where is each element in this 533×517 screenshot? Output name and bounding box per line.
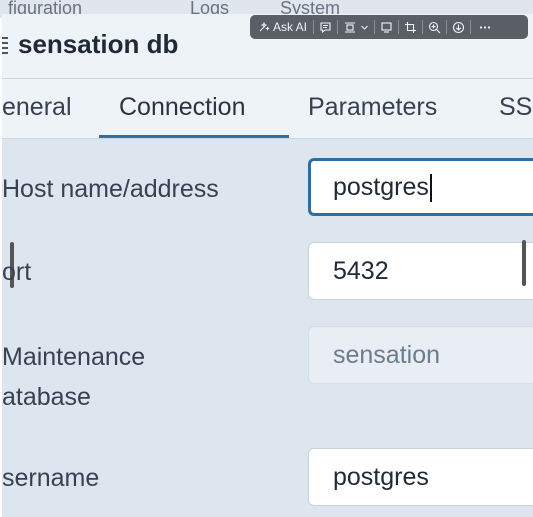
zoom-in-icon (428, 21, 441, 33)
tab-parameters[interactable]: Parameters (308, 93, 437, 122)
frame-dropdown-button[interactable] (338, 15, 374, 39)
username-label: sername (2, 464, 100, 492)
resize-handle[interactable] (522, 240, 526, 286)
maintenance-database-input[interactable]: sensation (308, 326, 533, 384)
username-value: postgres (333, 463, 429, 491)
crop-icon (405, 21, 417, 33)
comment-icon (320, 21, 331, 33)
text-caret (429, 174, 432, 203)
tab-general[interactable]: eneral (2, 93, 72, 122)
drag-handle-icon[interactable] (2, 34, 10, 56)
frame-icon (345, 21, 356, 33)
sparkle-icon (259, 21, 270, 32)
port-label: ort (2, 258, 32, 286)
tablet-icon (381, 21, 392, 33)
dialog-title: sensation db (18, 29, 179, 59)
dialog-tabs: eneral Connection Parameters SS (2, 79, 533, 139)
floating-toolbar: Ask AI (250, 15, 528, 39)
crop-button[interactable] (399, 15, 422, 39)
download-button[interactable] (447, 15, 470, 39)
username-input[interactable]: postgres (308, 448, 533, 506)
tab-connection[interactable]: Connection (119, 93, 245, 122)
maintenance-label-line2: atabase (2, 383, 91, 411)
host-input[interactable]: postgres (308, 158, 533, 216)
tab-ssl[interactable]: SS (499, 93, 532, 122)
maintenance-value: sensation (333, 341, 441, 369)
host-value: postgres (333, 173, 429, 201)
more-icon (479, 25, 491, 29)
port-input[interactable]: 5432 (308, 242, 533, 300)
tablet-button[interactable] (375, 15, 398, 39)
comment-button[interactable] (314, 15, 337, 39)
connection-dialog: sensation db Ask AI eneral Connection Pa… (2, 14, 533, 517)
more-button[interactable] (471, 15, 497, 39)
ask-ai-label: Ask AI (273, 20, 308, 34)
ask-ai-button[interactable]: Ask AI (250, 15, 313, 39)
zoom-in-button[interactable] (423, 15, 446, 39)
host-label: Host name/address (2, 175, 219, 203)
download-icon (452, 21, 465, 33)
maintenance-label-line1: Maintenance (2, 343, 146, 371)
port-value: 5432 (333, 257, 389, 285)
chevron-down-icon (361, 25, 368, 30)
tabs-divider (2, 138, 533, 139)
